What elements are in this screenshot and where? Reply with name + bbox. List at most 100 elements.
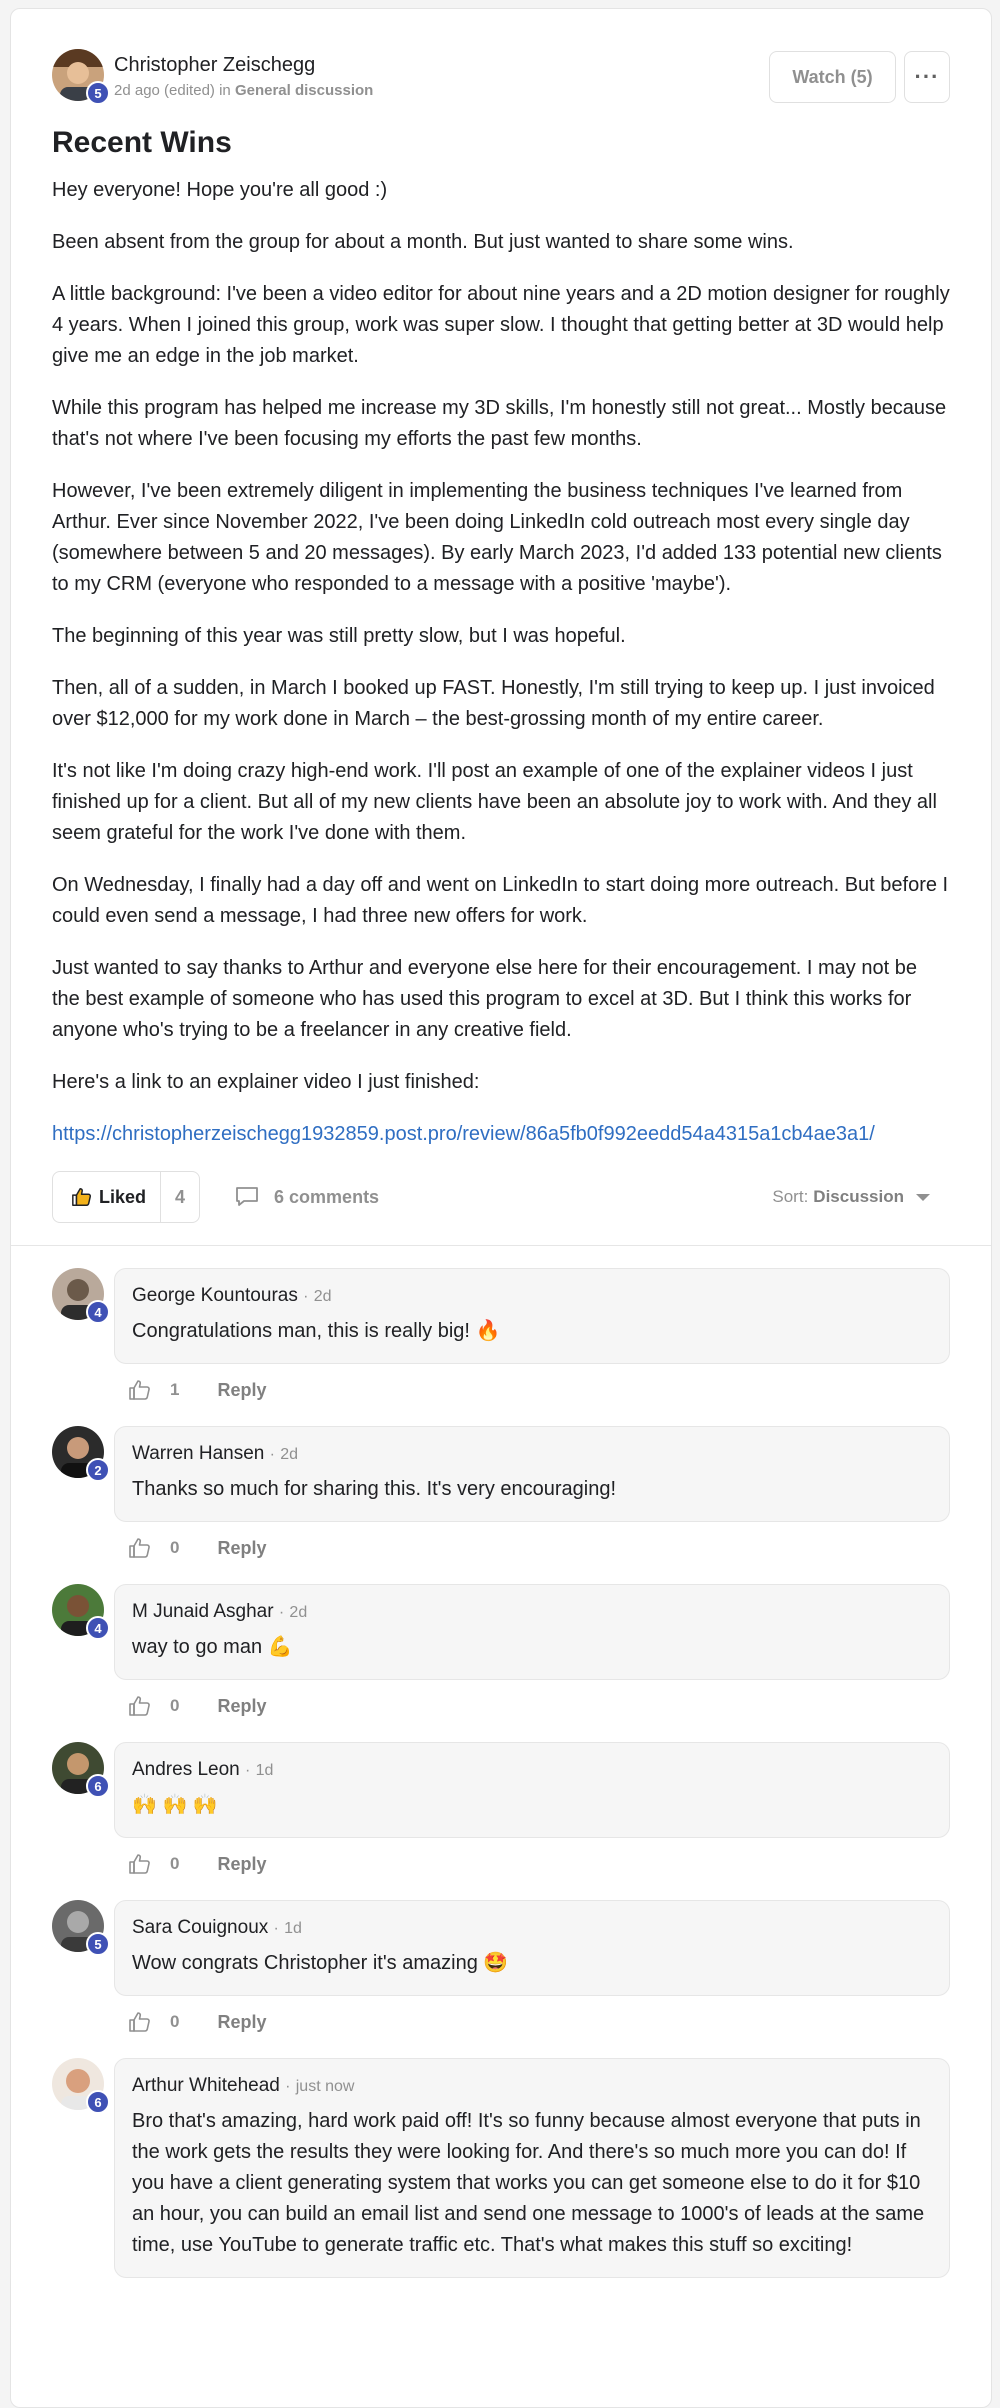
- post-paragraph: Just wanted to say thanks to Arthur and …: [52, 957, 917, 1041]
- reply-button[interactable]: Reply: [217, 1696, 266, 1717]
- comment-author[interactable]: Warren Hansen: [132, 1443, 264, 1464]
- post-paragraph: However, I've been extremely diligent in…: [52, 480, 942, 595]
- comment: 4 George Kountouras · 2d Congratulations…: [52, 1268, 950, 1416]
- comment-gap: [52, 1732, 950, 1742]
- comment-bubble: George Kountouras · 2d Congratulations m…: [114, 1268, 950, 1364]
- comments-link[interactable]: 6 comments: [234, 1185, 379, 1209]
- comment-text: Bro that's amazing, hard work paid off! …: [132, 2110, 925, 2256]
- thumbs-up-icon[interactable]: [128, 1694, 152, 1718]
- comment-main: Andres Leon · 1d 🙌 🙌 🙌 0 Reply: [114, 1742, 950, 1890]
- comment-text: 🙌 🙌 🙌: [132, 1794, 218, 1816]
- comment-avatar[interactable]: 2: [52, 1426, 110, 1482]
- more-options-button[interactable]: ···: [904, 51, 950, 103]
- comment-dot: ·: [303, 1288, 309, 1305]
- comment-like-count: 0: [170, 1854, 180, 1873]
- thumbs-up-icon[interactable]: [128, 2010, 152, 2034]
- chevron-down-icon: [916, 1193, 930, 1201]
- reply-button[interactable]: Reply: [217, 1538, 266, 1559]
- comment-bubble-icon: [236, 1187, 258, 1206]
- comment-author[interactable]: Arthur Whitehead: [132, 2075, 280, 2096]
- like-count[interactable]: 4: [161, 1172, 199, 1222]
- comment-actions: 0 Reply: [114, 1996, 950, 2048]
- comment-bubble: M Junaid Asghar · 2d way to go man 💪: [114, 1584, 950, 1680]
- post-subline: 2d ago (edited) in General discussion: [114, 82, 373, 99]
- comment-actions: 1 Reply: [114, 1364, 950, 1416]
- post-link-paragraph: https://christopherzeischegg1932859.post…: [52, 1119, 950, 1150]
- post-author-name[interactable]: Christopher Zeischegg: [114, 53, 373, 77]
- comment-avatar[interactable]: 6: [52, 1742, 110, 1798]
- post-paragraph: On Wednesday, I finally had a day off an…: [52, 874, 949, 927]
- liked-label: Liked: [99, 1186, 147, 1207]
- watch-button[interactable]: Watch (5): [769, 51, 896, 103]
- reply-button[interactable]: Reply: [217, 1854, 266, 1875]
- post-actions: Liked 4 6 comments Sort: Discussion: [52, 1171, 950, 1223]
- post-title: Recent Wins: [52, 126, 232, 159]
- post-paragraph: A little background: I've been a video e…: [52, 283, 950, 367]
- level-badge: 2: [86, 1458, 110, 1482]
- level-badge: 6: [86, 1774, 110, 1798]
- comment-dot: ·: [278, 1604, 285, 1621]
- like-group: Liked 4: [52, 1171, 201, 1223]
- comment-gap: [52, 1574, 950, 1584]
- comment-main: Arthur Whitehead · just now Bro that's a…: [114, 2058, 950, 2278]
- comment-time: just now: [295, 2078, 355, 2095]
- post-paragraph: Then, all of a sudden, in March I booked…: [52, 677, 935, 730]
- comment-bubble: Andres Leon · 1d 🙌 🙌 🙌: [114, 1742, 950, 1838]
- level-badge: 4: [86, 1300, 110, 1324]
- comment-main: Sara Couignoux · 1d Wow congrats Christo…: [114, 1900, 950, 2048]
- comment-time: 1d: [284, 1920, 302, 1937]
- comments-list: 4 George Kountouras · 2d Congratulations…: [11, 1246, 991, 2278]
- level-badge: 5: [86, 81, 110, 105]
- comment-text: Wow congrats Christopher it's amazing 🤩: [132, 1952, 509, 1974]
- level-badge: 5: [86, 1932, 110, 1956]
- post-top-actions: Watch (5) ···: [769, 51, 950, 103]
- comment-time: 1d: [255, 1762, 274, 1779]
- thumbs-up-icon: [72, 1188, 92, 1206]
- comment-bubble: Arthur Whitehead · just now Bro that's a…: [114, 2058, 950, 2278]
- comment-dot: ·: [285, 2078, 291, 2095]
- comment-actions: 0 Reply: [114, 1838, 950, 1890]
- comment-text: Congratulations man, this is really big!…: [132, 1320, 501, 1342]
- post-paragraph: Hey everyone! Hope you're all good :): [52, 179, 388, 201]
- comment-gap: [52, 2048, 950, 2058]
- post-paragraph: Here's a link to an explainer video I ju…: [52, 1071, 480, 1093]
- comment-like-count: 1: [170, 1380, 180, 1399]
- comment-actions: 0 Reply: [114, 1680, 950, 1732]
- thumbs-up-icon[interactable]: [128, 1378, 152, 1402]
- comment-like-count: 0: [170, 2012, 180, 2031]
- comment-gap: [52, 1890, 950, 1900]
- comment-dot: ·: [273, 1920, 279, 1937]
- post-card: 5 Christopher Zeischegg 2d ago (edited) …: [10, 8, 992, 2408]
- thumbs-up-icon[interactable]: [128, 1852, 152, 1876]
- comment-header: Warren Hansen · 2d: [132, 1441, 931, 1468]
- comment-avatar[interactable]: 6: [52, 2058, 110, 2114]
- post-body: Hey everyone! Hope you're all good :) Be…: [52, 175, 950, 1150]
- reply-button[interactable]: Reply: [217, 2012, 266, 2033]
- post-paragraph: Been absent from the group for about a m…: [52, 231, 794, 253]
- comment-header: M Junaid Asghar · 2d: [132, 1599, 931, 1626]
- comment-main: Warren Hansen · 2d Thanks so much for sh…: [114, 1426, 950, 1574]
- comment-dot: ·: [245, 1762, 251, 1779]
- comment-avatar[interactable]: 4: [52, 1584, 110, 1640]
- comment: 6 Arthur Whitehead · just now Bro that's…: [52, 2058, 950, 2278]
- sort-dropdown[interactable]: Sort: Discussion: [772, 1187, 930, 1207]
- comment-author[interactable]: George Kountouras: [132, 1285, 298, 1306]
- comment-author[interactable]: M Junaid Asghar: [132, 1601, 274, 1622]
- thumbs-up-icon[interactable]: [128, 1536, 152, 1560]
- comment-author[interactable]: Sara Couignoux: [132, 1917, 268, 1938]
- sort-label: Sort:: [772, 1187, 809, 1206]
- comment-gap: [52, 1416, 950, 1426]
- post-author-avatar[interactable]: 5: [52, 49, 110, 105]
- comment-avatar[interactable]: 5: [52, 1900, 110, 1956]
- comment-text: way to go man 💪: [132, 1636, 293, 1658]
- comment-avatar[interactable]: 4: [52, 1268, 110, 1324]
- post: 5 Christopher Zeischegg 2d ago (edited) …: [11, 9, 991, 1223]
- comment-header: Andres Leon · 1d: [132, 1757, 931, 1784]
- explainer-video-link[interactable]: https://christopherzeischegg1932859.post…: [52, 1123, 875, 1145]
- comment-bubble: Warren Hansen · 2d Thanks so much for sh…: [114, 1426, 950, 1522]
- reply-button[interactable]: Reply: [217, 1380, 266, 1401]
- post-paragraph: The beginning of this year was still pre…: [52, 625, 626, 647]
- comment-author[interactable]: Andres Leon: [132, 1759, 240, 1780]
- liked-button[interactable]: Liked: [53, 1172, 162, 1222]
- post-category[interactable]: General discussion: [235, 82, 373, 99]
